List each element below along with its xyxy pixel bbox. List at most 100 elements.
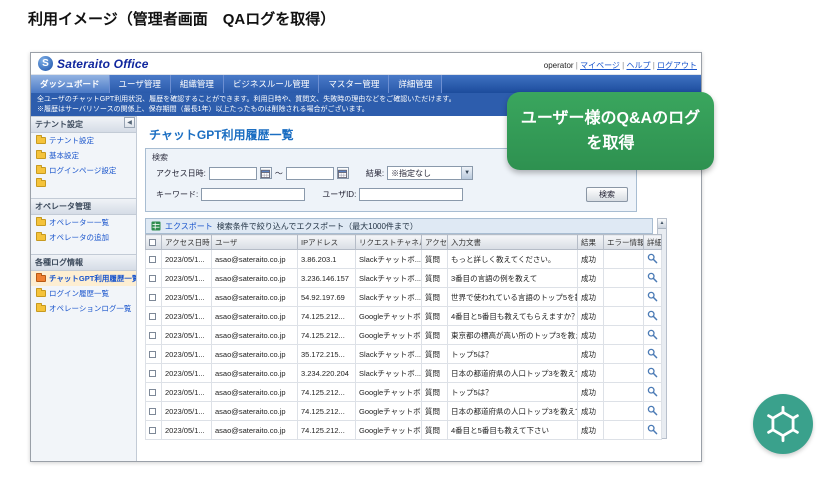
result-select[interactable]: ※指定なし ▼: [387, 166, 473, 180]
cell-input: 世界で使われている言語のトップ5を教えてく...: [448, 288, 578, 307]
cell-input: 4番目と5番目も教えて下さい: [448, 421, 578, 440]
table-row: 2023/05/1...asao@sateraito.co.jp3.236.14…: [146, 269, 662, 288]
sidebar-item-login-history-list[interactable]: ログイン履歴一覧: [31, 286, 136, 301]
cell-error: [604, 345, 644, 364]
cell-error: [604, 364, 644, 383]
calendar-icon[interactable]: [260, 167, 272, 179]
table-row: 2023/05/1...asao@sateraito.co.jp74.125.2…: [146, 307, 662, 326]
cell-result: 成功: [578, 288, 604, 307]
history-table-body: 2023/05/1...asao@sateraito.co.jp3.86.203…: [146, 250, 662, 440]
sidebar-collapse-button[interactable]: ◀: [124, 117, 135, 128]
cell-result: 成功: [578, 345, 604, 364]
access-date-to-input[interactable]: [286, 167, 334, 180]
header-link-マイページ[interactable]: マイページ: [580, 61, 620, 70]
sidebar-item-operation-log-list[interactable]: オペレーションログ一覧: [31, 301, 136, 316]
cell-input: 日本の都道府県の人口トップ3を教えてくださ...: [448, 364, 578, 383]
row-detail-cell[interactable]: [644, 364, 662, 383]
sidebar-item-tenant-settings[interactable]: テナント設定: [31, 133, 136, 148]
table-row: 2023/05/1...asao@sateraito.co.jp74.125.2…: [146, 421, 662, 440]
folder-icon: [36, 167, 46, 174]
table-row: 2023/05/1...asao@sateraito.co.jp74.125.2…: [146, 326, 662, 345]
folder-icon: [36, 305, 46, 312]
row-select-cell: [146, 402, 162, 421]
sidebar-item-operator-add[interactable]: オペレータの追加: [31, 230, 136, 245]
cell-channel: Googleチャットボ...: [356, 383, 422, 402]
cell-type: 質問: [422, 364, 448, 383]
cell-date: 2023/05/1...: [162, 364, 212, 383]
row-select-cell: [146, 250, 162, 269]
sidebar-item-other-settings[interactable]: [31, 178, 136, 189]
header-link-ヘルプ[interactable]: ヘルプ: [626, 61, 650, 70]
cell-type: 質問: [422, 307, 448, 326]
row-detail-cell[interactable]: [644, 269, 662, 288]
row-detail-cell[interactable]: [644, 288, 662, 307]
row-checkbox[interactable]: [149, 370, 156, 377]
cell-channel: Slackチャットボ...: [356, 269, 422, 288]
column-header: アクセス種別: [422, 235, 448, 250]
slide-title: 利用イメージ（管理者画面 QAログを取得）: [28, 8, 335, 29]
cell-type: 質問: [422, 250, 448, 269]
cell-ip: 74.125.212...: [298, 402, 356, 421]
cell-error: [604, 421, 644, 440]
row-select-cell: [146, 269, 162, 288]
row-checkbox[interactable]: [149, 332, 156, 339]
sidebar-item-operator-list[interactable]: オペレーター一覧: [31, 215, 136, 230]
row-detail-cell[interactable]: [644, 383, 662, 402]
row-detail-cell[interactable]: [644, 345, 662, 364]
row-checkbox[interactable]: [149, 389, 156, 396]
cell-channel: Slackチャットボ...: [356, 364, 422, 383]
keyword-input[interactable]: [201, 188, 305, 201]
brand-name: Sateraito Office: [57, 57, 149, 71]
scroll-up-icon[interactable]: ▲: [658, 219, 666, 229]
tab-master-mgmt[interactable]: マスター管理: [319, 75, 389, 93]
row-select-cell: [146, 364, 162, 383]
cell-type: 質問: [422, 421, 448, 440]
select-all-checkbox[interactable]: [149, 239, 156, 246]
qa-log-callout: ユーザー様のQ&Aのログ を取得: [507, 92, 714, 170]
row-checkbox[interactable]: [149, 408, 156, 415]
cell-result: 成功: [578, 421, 604, 440]
tab-dashboard[interactable]: ダッシュボード: [31, 75, 110, 93]
cell-date: 2023/05/1...: [162, 345, 212, 364]
sidebar-item-login-page-settings[interactable]: ログインページ設定: [31, 163, 136, 178]
row-detail-cell[interactable]: [644, 326, 662, 345]
cell-ip: 54.92.197.69: [298, 288, 356, 307]
row-checkbox[interactable]: [149, 313, 156, 320]
tab-user-mgmt[interactable]: ユーザ管理: [110, 75, 171, 93]
row-detail-cell[interactable]: [644, 250, 662, 269]
calendar-icon[interactable]: [337, 167, 349, 179]
row-select-cell: [146, 307, 162, 326]
user-id-input[interactable]: [359, 188, 463, 201]
sidebar-item-chatgpt-history-list[interactable]: チャットGPT利用履歴一覧: [31, 271, 136, 286]
column-header: エラー情報: [604, 235, 644, 250]
row-checkbox[interactable]: [149, 256, 156, 263]
row-checkbox[interactable]: [149, 427, 156, 434]
table-row: 2023/05/1...asao@sateraito.co.jp35.172.2…: [146, 345, 662, 364]
row-detail-cell[interactable]: [644, 421, 662, 440]
sidebar-item-basic-settings[interactable]: 基本設定: [31, 148, 136, 163]
row-detail-cell[interactable]: [644, 402, 662, 421]
search-button[interactable]: 検索: [586, 187, 628, 202]
cell-result: 成功: [578, 383, 604, 402]
user-name: operator: [544, 61, 574, 70]
cell-type: 質問: [422, 269, 448, 288]
tab-detail-mgmt[interactable]: 詳細管理: [389, 75, 442, 93]
row-checkbox[interactable]: [149, 294, 156, 301]
sidebar-item-label: テナント設定: [49, 135, 94, 146]
cell-type: 質問: [422, 326, 448, 345]
header-link-ログアウト[interactable]: ログアウト: [657, 61, 697, 70]
export-link[interactable]: エクスポート: [165, 221, 213, 232]
access-date-from-input[interactable]: [209, 167, 257, 180]
row-checkbox[interactable]: [149, 275, 156, 282]
tab-business-rule-mgmt[interactable]: ビジネスルール管理: [224, 75, 320, 93]
app-logo: S Sateraito Office: [38, 56, 149, 71]
cell-input: 4番目と5番目も教えてもらえますか？: [448, 307, 578, 326]
cell-ip: 74.125.212...: [298, 383, 356, 402]
row-checkbox[interactable]: [149, 351, 156, 358]
table-row: 2023/05/1...asao@sateraito.co.jp54.92.19…: [146, 288, 662, 307]
row-detail-cell[interactable]: [644, 307, 662, 326]
access-date-label: アクセス日時:: [156, 168, 206, 179]
tab-org-mgmt[interactable]: 組織管理: [171, 75, 224, 93]
cell-result: 成功: [578, 402, 604, 421]
folder-icon: [36, 219, 46, 226]
